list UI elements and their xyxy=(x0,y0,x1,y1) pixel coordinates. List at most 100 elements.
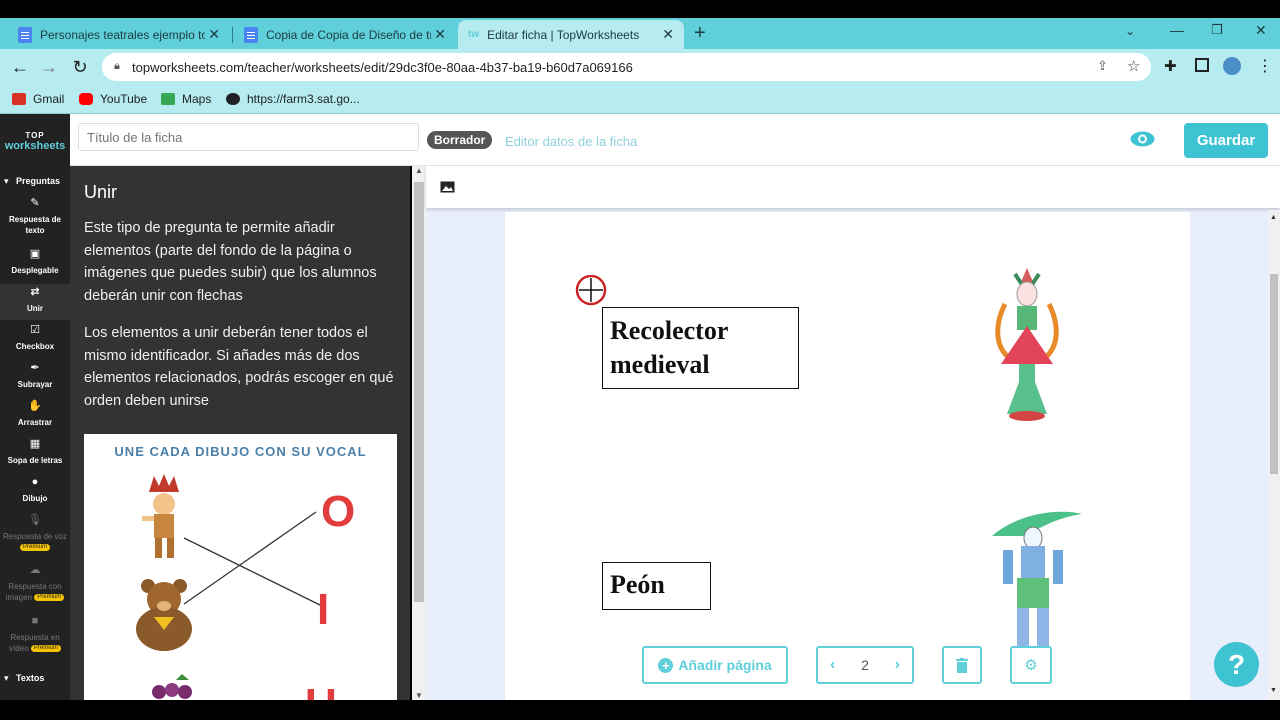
premium-badge: Premium xyxy=(34,594,65,602)
back-arrow-icon[interactable]: ← xyxy=(10,57,30,77)
gear-icon: ⚙ xyxy=(1024,657,1038,674)
sidebar-item-image-answer[interactable]: ☁ Respuesta con imagen Premium xyxy=(0,564,70,603)
sidebar-item-video-answer[interactable]: ■ Respuesta en vídeo Premium xyxy=(0,615,70,654)
add-page-button[interactable]: + Añadir página xyxy=(642,646,788,684)
sidebar-section-questions[interactable]: ▾ Preguntas xyxy=(0,176,70,186)
panel-scrollbar[interactable]: ▲ ▼ xyxy=(412,166,426,700)
panel-description-2: Los elementos a unir deberán tener todos… xyxy=(84,325,394,409)
mic-icon: 🎙︎ xyxy=(28,514,42,526)
crosshair-cursor-icon xyxy=(575,275,607,306)
youtube-icon xyxy=(79,93,93,105)
sidebar-item-drag[interactable]: ✋ Arrastrar xyxy=(0,400,70,428)
premium-badge: Premium xyxy=(30,645,61,653)
chevron-right-icon[interactable]: › xyxy=(895,656,900,674)
menu-dots-icon[interactable]: ⋮ xyxy=(1257,56,1273,76)
chevron-left-icon[interactable]: ‹ xyxy=(830,656,835,674)
sidebar-item-drawing[interactable]: ● Dibujo xyxy=(0,476,70,504)
help-button[interactable]: ? xyxy=(1214,642,1259,687)
example-image: UNE CADA DIBUJO CON SU VOCAL O I xyxy=(84,434,397,700)
image-icon[interactable] xyxy=(440,181,455,193)
checkbox-icon: ☑ xyxy=(30,324,40,336)
tab-title: Personajes teatrales ejemplo top xyxy=(40,27,205,42)
bookmark-star-icon[interactable]: ☆ xyxy=(1127,57,1140,75)
scrollbar-thumb[interactable] xyxy=(1270,274,1278,474)
worksheet-title-input[interactable] xyxy=(78,123,419,151)
docs-favicon-icon xyxy=(18,26,32,43)
drag-icon: ✋ xyxy=(28,400,42,412)
example-illustration: O I U xyxy=(136,474,355,700)
extensions-icon[interactable]: ✚ xyxy=(1164,57,1177,75)
profile-avatar[interactable] xyxy=(1223,57,1241,75)
new-tab-button[interactable]: + xyxy=(694,22,706,45)
bookmark-farm3[interactable]: https://farm3.sat.go... xyxy=(226,90,360,108)
canvas-scrollbar[interactable]: ▲ ▼ xyxy=(1268,210,1280,700)
chevron-down-icon: ▾ xyxy=(4,673,9,683)
worksheet-label-recolector[interactable]: Recolector medieval xyxy=(602,307,799,389)
edit-worksheet-data-link[interactable]: Editor datos de la ficha xyxy=(505,134,637,149)
grid-icon: ▦ xyxy=(29,438,41,450)
save-button[interactable]: Guardar xyxy=(1184,123,1268,158)
reload-icon[interactable]: ↻ xyxy=(70,57,90,77)
tab-title: Copia de Copia de Diseño de tríc xyxy=(266,27,431,42)
arrows-icon: ⇄ xyxy=(30,286,40,298)
scrollbar-thumb[interactable] xyxy=(414,182,424,602)
lock-icon[interactable]: 🔒︎ xyxy=(114,60,120,73)
page-settings-button[interactable]: ⚙ xyxy=(1010,646,1052,684)
scroll-up-icon[interactable]: ▲ xyxy=(1270,214,1277,221)
sidepanel-icon[interactable] xyxy=(1195,58,1209,72)
sidebar-item-text-answer[interactable]: ✎ Respuesta de texto xyxy=(0,197,70,236)
url-text: topworksheets.com/teacher/worksheets/edi… xyxy=(132,59,633,75)
sidebar-section-texts[interactable]: ▾ Textos xyxy=(0,673,70,683)
chevron-down-icon: ▾ xyxy=(4,176,9,186)
delete-page-button[interactable] xyxy=(942,646,982,684)
example-letter-i: I xyxy=(317,585,329,634)
browser-tab-active[interactable]: tw Editar ficha | TopWorksheets ✕ xyxy=(458,20,684,49)
browser-tab[interactable]: Copia de Copia de Diseño de tríc ✕ xyxy=(234,20,456,49)
bookmark-youtube[interactable]: YouTube xyxy=(79,90,147,108)
scroll-down-icon[interactable]: ▼ xyxy=(415,691,423,700)
sidebar-item-voice-answer[interactable]: 🎙︎ Respuesta de voz Premium xyxy=(0,514,70,553)
forward-arrow-icon[interactable]: → xyxy=(39,57,59,77)
restore-icon[interactable]: ❐ xyxy=(1211,22,1223,38)
page-number: 2 xyxy=(861,657,869,673)
scroll-down-icon[interactable]: ▼ xyxy=(1270,687,1277,694)
pen-icon: ✒ xyxy=(30,362,40,374)
topworksheets-favicon-icon: tw xyxy=(468,29,480,40)
minimize-icon[interactable]: — xyxy=(1170,22,1184,38)
scroll-up-icon[interactable]: ▲ xyxy=(415,166,423,175)
close-tab-icon[interactable]: ✕ xyxy=(662,26,674,43)
sidebar-item-join[interactable]: ⇄ Unir xyxy=(0,286,70,314)
boy-drawing xyxy=(142,474,179,558)
bookmark-gmail[interactable]: Gmail xyxy=(12,90,64,108)
panel-title: Unir xyxy=(84,182,118,202)
share-icon[interactable]: ⇪ xyxy=(1097,58,1108,74)
close-tab-icon[interactable]: ✕ xyxy=(434,26,446,43)
browser-tab[interactable]: Personajes teatrales ejemplo top ✕ xyxy=(8,20,230,49)
address-bar[interactable]: topworksheets.com/teacher/worksheets/edi… xyxy=(102,53,1151,81)
preview-eye-icon[interactable] xyxy=(1130,131,1155,147)
sidebar-item-checkbox[interactable]: ☑ Checkbox xyxy=(0,324,70,352)
grapes-drawing xyxy=(152,674,192,699)
edit-icon: ✎ xyxy=(30,197,40,209)
editor-toolbar xyxy=(426,166,1280,208)
status-badge: Borrador xyxy=(427,131,493,149)
sidebar-item-underline[interactable]: ✒ Subrayar xyxy=(0,362,70,390)
example-letter-u: U xyxy=(305,680,337,700)
tab-divider xyxy=(232,27,233,43)
worksheet-page[interactable]: Recolector medieval Peón xyxy=(505,212,1190,700)
bookmark-maps[interactable]: Maps xyxy=(161,90,211,108)
close-tab-icon[interactable]: ✕ xyxy=(208,26,220,43)
sidebar-item-dropdown[interactable]: ▣ Desplegable xyxy=(0,248,70,276)
screen-top-bar xyxy=(0,0,1280,18)
close-window-icon[interactable]: ✕ xyxy=(1255,22,1267,39)
panel-description: Este tipo de pregunta te permite añadir … xyxy=(84,220,377,304)
plus-circle-icon: + xyxy=(658,657,674,673)
topworksheets-logo[interactable]: TOP worksheets xyxy=(0,114,70,166)
medieval-lady-drawing xyxy=(995,268,1059,421)
worksheet-label-peon[interactable]: Peón xyxy=(602,562,711,610)
example-letter-o: O xyxy=(321,487,355,536)
tab-search-icon[interactable]: ⌄ xyxy=(1125,24,1135,38)
palette-icon: ● xyxy=(31,476,39,488)
cloud-icon: ☁ xyxy=(29,564,41,576)
sidebar-item-word-search[interactable]: ▦ Sopa de letras xyxy=(0,438,70,466)
